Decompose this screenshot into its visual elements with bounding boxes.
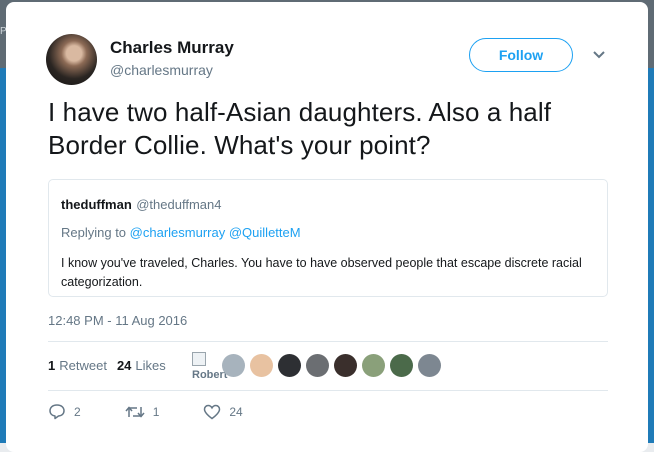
author-avatar[interactable] <box>46 34 97 85</box>
divider <box>48 390 608 391</box>
liker-avatar[interactable] <box>250 354 273 377</box>
tweet-card: Charles Murray @charlesmurray Follow I h… <box>6 2 648 452</box>
reply-icon <box>49 404 65 420</box>
tweet-actions: 2 1 24 <box>48 403 287 420</box>
replying-prefix: Replying to <box>61 225 127 240</box>
reply-count: 2 <box>74 404 81 419</box>
likes-stat[interactable]: 24 Likes <box>117 358 166 373</box>
broken-image-icon <box>192 352 206 366</box>
retweet-stat[interactable]: 1 Retweet <box>48 358 107 373</box>
author-name[interactable]: Charles Murray <box>110 38 234 58</box>
liker-avatar-broken[interactable]: Robert <box>192 352 227 381</box>
reply-button[interactable]: 2 <box>48 403 81 420</box>
retweet-stat-count: 1 <box>48 358 56 373</box>
liker-avatar[interactable] <box>334 354 357 377</box>
quoted-tweet[interactable]: theduffman @theduffman4 Replying to @cha… <box>48 179 608 297</box>
liker-avatar[interactable] <box>362 354 385 377</box>
likes-stat-label: Likes <box>135 358 166 373</box>
retweet-button[interactable]: 1 <box>125 404 160 420</box>
retweet-count: 1 <box>152 404 160 419</box>
author-handle[interactable]: @charlesmurray <box>110 62 213 78</box>
liker-avatar-alt: Robert <box>192 369 228 381</box>
liker-avatar[interactable] <box>418 354 441 377</box>
heart-icon <box>204 404 221 419</box>
retweet-stat-label: Retweet <box>59 358 107 373</box>
tweet-stats: 1 Retweet 24 Likes <box>48 358 176 373</box>
like-button[interactable]: 24 <box>203 404 243 420</box>
quoted-replying-to: Replying to @charlesmurray @QuilletteM <box>61 225 595 240</box>
liker-avatar[interactable] <box>222 354 245 377</box>
likes-stat-count: 24 <box>116 358 132 373</box>
replying-to-link[interactable]: @charlesmurray <box>130 225 226 240</box>
quoted-author-name: theduffman <box>61 197 132 212</box>
tweet-text: I have two half-Asian daughters. Also a … <box>48 97 552 160</box>
liker-avatar[interactable] <box>306 354 329 377</box>
liker-avatars: Robert <box>192 352 462 381</box>
quoted-author-handle: @theduffman4 <box>136 197 222 212</box>
background-page-edge-right <box>648 68 654 443</box>
liker-avatar[interactable] <box>390 354 413 377</box>
tweet-timestamp[interactable]: 12:48 PM - 11 Aug 2016 <box>48 313 187 328</box>
replying-to-link[interactable]: @QuilletteM <box>229 225 301 240</box>
follow-button[interactable]: Follow <box>469 38 573 72</box>
liker-avatar[interactable] <box>278 354 301 377</box>
retweet-icon <box>125 405 145 418</box>
divider <box>48 341 608 342</box>
chevron-down-icon[interactable] <box>592 49 606 61</box>
like-count: 24 <box>229 404 243 419</box>
quoted-tweet-text: I know you've traveled, Charles. You hav… <box>61 256 582 289</box>
